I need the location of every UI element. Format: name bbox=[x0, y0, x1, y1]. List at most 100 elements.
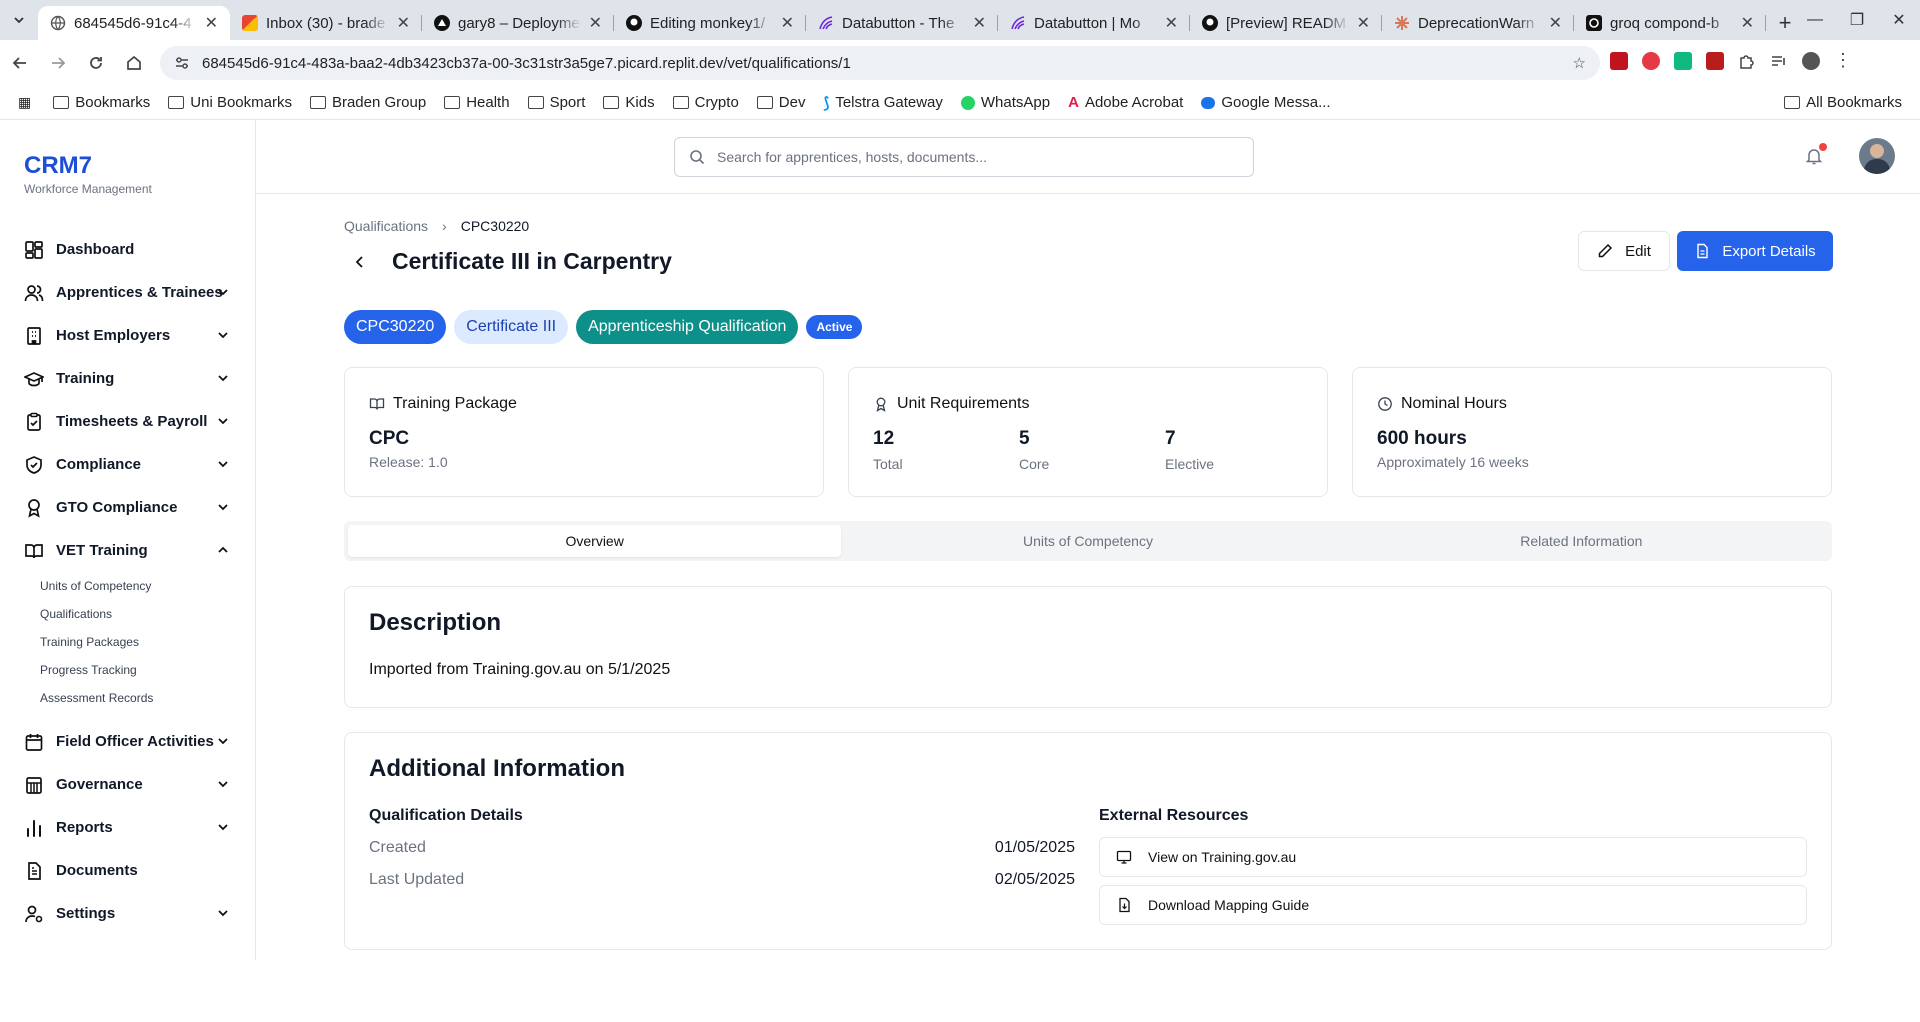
chevron-down-icon bbox=[218, 332, 228, 339]
sidebar-item-host-employers[interactable]: Host Employers bbox=[0, 314, 256, 357]
close-icon[interactable]: ✕ bbox=[205, 13, 218, 33]
gmail-icon bbox=[242, 15, 258, 31]
browser-tab[interactable]: [Preview] READM ✕ bbox=[1190, 6, 1382, 40]
bookmark-star-icon[interactable]: ☆ bbox=[1573, 54, 1586, 72]
close-icon[interactable]: ✕ bbox=[1357, 13, 1370, 33]
close-icon[interactable]: ✕ bbox=[397, 13, 410, 33]
bookmark-link[interactable]: A Adobe Acrobat bbox=[1068, 94, 1183, 111]
bookmark-folder[interactable]: Sport bbox=[527, 94, 585, 111]
avatar[interactable] bbox=[1859, 138, 1895, 174]
sidebar-item-training[interactable]: Training bbox=[0, 357, 256, 400]
global-search[interactable] bbox=[674, 137, 1254, 177]
units-total: 12 Total bbox=[873, 428, 903, 472]
close-icon[interactable]: ✕ bbox=[1549, 13, 1562, 33]
profile-icon[interactable] bbox=[1802, 51, 1820, 70]
sidebar: CRM7 Workforce Management Dashboard Appr… bbox=[0, 120, 256, 960]
pdf-extension-icon[interactable] bbox=[1610, 51, 1628, 70]
created-value: 01/05/2025 bbox=[994, 839, 1075, 856]
browser-tab[interactable]: Databutton | Mo ✕ bbox=[998, 6, 1190, 40]
puzzle-icon[interactable] bbox=[1738, 52, 1756, 70]
bookmark-folder[interactable]: Uni Bookmarks bbox=[168, 94, 292, 111]
browser-tab-title: [Preview] READM bbox=[1226, 14, 1347, 32]
close-icon[interactable]: ✕ bbox=[781, 13, 794, 33]
browser-tab[interactable]: Editing monkey1/ ✕ bbox=[614, 6, 806, 40]
bookmark-label: WhatsApp bbox=[980, 94, 1051, 111]
back-button[interactable] bbox=[2, 45, 38, 81]
sidebar-item-governance[interactable]: Governance bbox=[0, 763, 256, 806]
url-bar[interactable]: 684545d6-91c4-483a-baa2-4db3423cb37a-00-… bbox=[160, 46, 1600, 80]
browser-tab[interactable]: groq compond-b ✕ bbox=[1574, 6, 1766, 40]
bookmark-folder[interactable]: Crypto bbox=[672, 94, 739, 111]
units-elective-value: 7 bbox=[1165, 428, 1176, 449]
bookmark-folder[interactable]: Dev bbox=[756, 94, 805, 111]
units-total-label: Total bbox=[873, 456, 903, 472]
sidebar-item-reports[interactable]: Reports bbox=[0, 806, 256, 849]
extension-icon[interactable] bbox=[1642, 51, 1660, 70]
sidebar-item-documents[interactable]: Documents bbox=[0, 849, 256, 892]
sidebar-item-compliance[interactable]: Compliance bbox=[0, 443, 256, 486]
breadcrumb-link[interactable]: Qualifications bbox=[344, 218, 428, 234]
close-icon[interactable]: ✕ bbox=[1165, 13, 1178, 33]
pencil-icon bbox=[1598, 243, 1613, 258]
close-icon[interactable]: ✕ bbox=[973, 13, 986, 33]
sidebar-item-timesheets[interactable]: Timesheets & Payroll bbox=[0, 400, 256, 443]
browser-tab[interactable]: Databutton - The ✕ bbox=[806, 6, 998, 40]
sidebar-item-field-officer[interactable]: Field Officer Activities bbox=[0, 720, 256, 763]
award-icon bbox=[28, 498, 40, 518]
tab-related-information[interactable]: Related Information bbox=[1335, 525, 1828, 557]
bookmark-folder[interactable]: Bookmarks bbox=[53, 94, 150, 111]
all-bookmarks[interactable]: All Bookmarks bbox=[1784, 94, 1902, 111]
sidebar-item-apprentices[interactable]: Apprentices & Trainees bbox=[0, 271, 256, 314]
back-button[interactable] bbox=[352, 254, 368, 270]
sidebar-item-vet-training[interactable]: VET Training bbox=[0, 529, 256, 572]
browser-tab-title: gary8 – Deployme bbox=[458, 14, 580, 32]
browser-tab[interactable]: DeprecationWarn ✕ bbox=[1382, 6, 1574, 40]
minimize-icon[interactable]: — bbox=[1794, 11, 1836, 29]
browser-tab[interactable]: Inbox (30) - brade ✕ bbox=[230, 6, 422, 40]
sidebar-item-dashboard[interactable]: Dashboard bbox=[0, 228, 256, 271]
browser-tab-title: Inbox (30) - brade bbox=[266, 14, 386, 32]
search-input[interactable] bbox=[717, 149, 1217, 165]
bookmark-link[interactable]: WhatsApp bbox=[960, 94, 1051, 111]
bookmark-folder[interactable]: Kids bbox=[603, 94, 655, 111]
close-icon[interactable]: ✕ bbox=[589, 13, 602, 33]
app-logo[interactable]: CRM7 bbox=[24, 152, 92, 180]
apps-grid-icon[interactable]: ▦ bbox=[18, 94, 31, 111]
edit-button[interactable]: Edit bbox=[1578, 231, 1670, 271]
home-button[interactable] bbox=[116, 45, 152, 81]
sidebar-item-settings[interactable]: Settings bbox=[0, 892, 256, 935]
close-icon[interactable]: ✕ bbox=[1741, 13, 1754, 33]
browser-tab[interactable]: gary8 – Deployme ✕ bbox=[422, 6, 614, 40]
notifications-button[interactable] bbox=[1805, 143, 1827, 165]
sidebar-subitem-training-packages[interactable]: Training Packages bbox=[0, 628, 256, 656]
reload-button[interactable] bbox=[78, 45, 114, 81]
export-details-button[interactable]: Export Details bbox=[1677, 231, 1833, 271]
bookmark-link[interactable]: Google Messa... bbox=[1201, 94, 1331, 111]
bookmark-folder[interactable]: Health bbox=[444, 94, 510, 111]
bookmark-link[interactable]: ⟆ Telstra Gateway bbox=[823, 94, 942, 112]
download-mapping-guide-button[interactable]: Download Mapping Guide bbox=[1099, 885, 1807, 925]
browser-tab[interactable]: 684545d6-91c4-4 ✕ bbox=[38, 6, 230, 40]
more-menu-icon[interactable]: ⋮ bbox=[1834, 50, 1852, 71]
forward-button[interactable] bbox=[40, 45, 76, 81]
updated-value: 02/05/2025 bbox=[994, 871, 1075, 888]
tab-overview[interactable]: Overview bbox=[348, 525, 842, 557]
restore-icon[interactable]: ❐ bbox=[1836, 10, 1878, 30]
description-text: Imported from Training.gov.au on 5/1/202… bbox=[369, 661, 671, 678]
tab-units-of-competency[interactable]: Units of Competency bbox=[841, 525, 1334, 557]
close-window-icon[interactable]: ✕ bbox=[1878, 10, 1920, 30]
sidebar-item-gto-compliance[interactable]: GTO Compliance bbox=[0, 486, 256, 529]
sidebar-subitem-progress-tracking[interactable]: Progress Tracking bbox=[0, 656, 256, 684]
extension-icon[interactable] bbox=[1674, 51, 1692, 70]
site-info-icon[interactable] bbox=[174, 55, 190, 71]
book-open-icon bbox=[25, 543, 43, 558]
media-icon[interactable] bbox=[1770, 52, 1788, 70]
bookmark-folder[interactable]: Braden Group bbox=[309, 94, 426, 111]
view-training-gov-button[interactable]: View on Training.gov.au bbox=[1099, 837, 1807, 877]
tab-search-button[interactable] bbox=[0, 0, 38, 40]
sidebar-subitem-qualifications[interactable]: Qualifications bbox=[0, 600, 256, 628]
sidebar-subitem-assessment-records[interactable]: Assessment Records bbox=[0, 684, 256, 712]
github-icon bbox=[626, 15, 642, 31]
sidebar-subitem-units[interactable]: Units of Competency bbox=[0, 572, 256, 600]
extension-icon[interactable] bbox=[1706, 51, 1724, 70]
